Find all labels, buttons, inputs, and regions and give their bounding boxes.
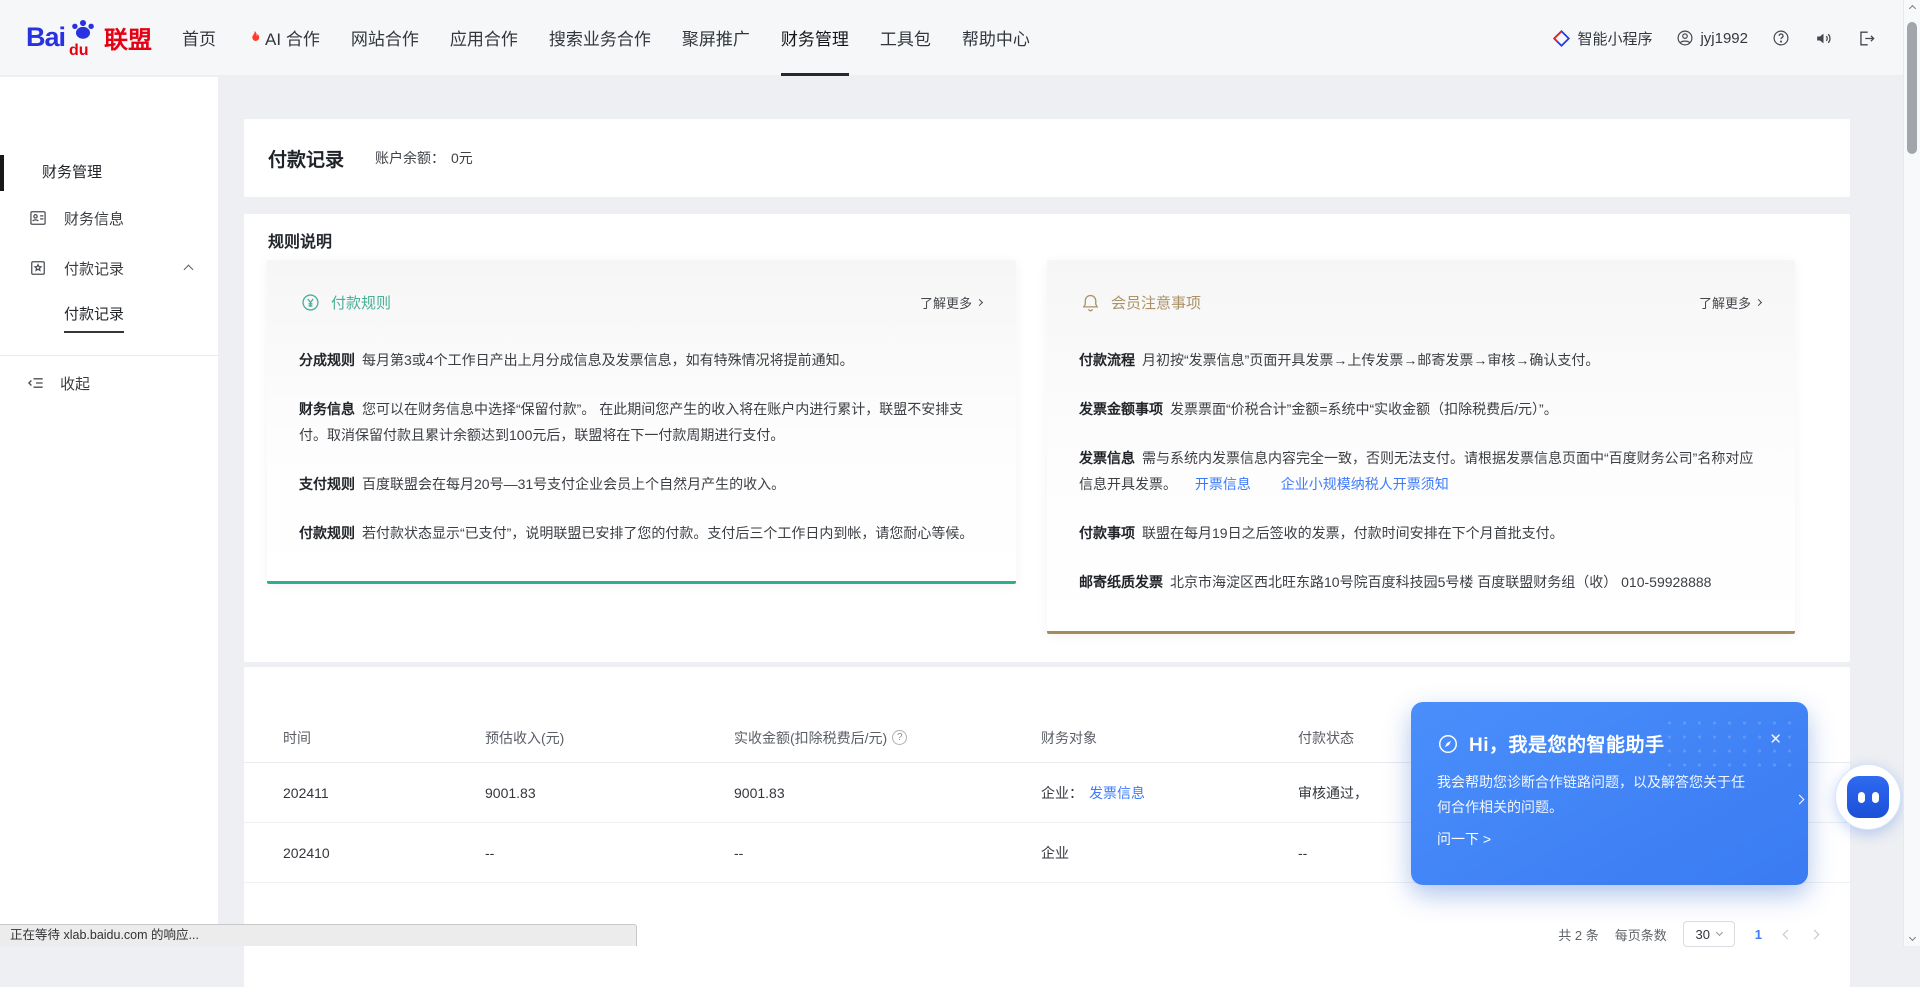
rule-item: 发票信息需与系统内发票信息内容完全一致，否则无法支付。请根据发票信息页面中“百度… [1079, 445, 1763, 497]
assistant-expand-handle[interactable] [1796, 790, 1803, 808]
nav-item-toolkit[interactable]: 工具包 [880, 0, 931, 76]
sidebar-subitem-payment-records[interactable]: 付款记录 [0, 293, 218, 343]
rule-item: 支付规则百度联盟会在每月20号—31号支付企业会员上个自然月产生的收入。 [299, 471, 984, 497]
nav-item-website[interactable]: 网站合作 [351, 0, 419, 76]
robot-icon [1847, 776, 1889, 818]
page-scrollbar[interactable] [1903, 0, 1920, 946]
close-icon[interactable]: ✕ [1769, 732, 1782, 747]
scroll-up-arrow[interactable] [1904, 0, 1920, 17]
help-icon[interactable] [1772, 29, 1790, 47]
logout-icon[interactable] [1857, 29, 1876, 48]
member-notes-title: 会员注意事项 [1111, 292, 1201, 313]
cell-time: 202411 [244, 785, 485, 801]
prev-page-button[interactable] [1782, 931, 1793, 938]
collapse-icon [26, 373, 46, 393]
cell-estimated: -- [485, 845, 734, 861]
finance-info-icon [28, 208, 48, 228]
nav-item-app[interactable]: 应用合作 [450, 0, 518, 76]
small-taxpayer-guide-link[interactable]: 企业小规模纳税人开票须知 [1281, 476, 1449, 492]
cell-target: 企业 [1041, 843, 1298, 863]
page-header-card: 付款记录 账户余额：0元 [244, 119, 1850, 197]
logo-text-union: 联盟 [104, 20, 152, 55]
flame-icon [247, 29, 262, 46]
assistant-float-button[interactable] [1835, 764, 1901, 830]
page-title: 付款记录 [268, 145, 344, 172]
cell-actual: 9001.83 [734, 785, 1041, 801]
cell-estimated: 9001.83 [485, 785, 734, 801]
chevron-up-icon[interactable] [185, 260, 192, 277]
rule-item: 付款流程月初按“发票信息”页面开具发票→上传发票→邮寄发票→审核→确认支付。 [1079, 347, 1763, 373]
col-time: 时间 [244, 728, 485, 748]
bell-icon [1080, 292, 1101, 313]
rule-item: 发票金额事项发票票面“价税合计”金额=系统中“实收金额（扣除税费后/元）”。 [1079, 396, 1763, 422]
invoice-info-link[interactable]: 开票信息 [1195, 476, 1251, 492]
rule-item: 分成规则每月第3或4个工作日产出上月分成信息及发票信息，如有特殊情况将提前通知。 [299, 347, 984, 373]
compass-icon [1437, 733, 1459, 755]
sound-icon[interactable] [1814, 29, 1833, 48]
per-page-label: 每页条数 [1615, 925, 1667, 944]
nav-item-help[interactable]: 帮助中心 [962, 0, 1030, 76]
nav-item-screen-ads[interactable]: 聚屏推广 [682, 0, 750, 76]
assistant-message: 我会帮助您诊断合作链路问题，以及解答您关于任何合作相关的问题。 [1411, 770, 1784, 820]
scroll-down-arrow[interactable] [1904, 929, 1920, 946]
payment-rules-panel: 付款规则 了解更多 分成规则每月第3或4个工作日产出上月分成信息及发票信息，如有… [267, 260, 1016, 584]
rule-item: 付款事项联盟在每月19日之后签收的发票，付款时间安排在下个月首批支付。 [1079, 520, 1763, 546]
col-estimated: 预估收入(元) [485, 728, 734, 748]
assistant-title: Hi，我是您的智能助手 [1469, 730, 1665, 757]
logo-text-du: du [69, 42, 89, 60]
col-actual: 实收金额(扣除税费后/元) ? [734, 728, 1041, 748]
per-page-select[interactable]: 30 [1683, 921, 1735, 947]
rules-heading: 规则说明 [268, 228, 332, 252]
nav-item-home[interactable]: 首页 [182, 0, 216, 76]
paw-icon: du [66, 16, 100, 60]
nav-item-finance[interactable]: 财务管理 [781, 0, 849, 76]
sidebar-section-finance[interactable]: 财务管理 [0, 153, 218, 193]
top-navbar: Bai du 联盟 首页 AI 合作 网站合作 应用合作 搜索业务合作 聚屏推广… [0, 0, 1920, 76]
chevron-down-icon [1716, 929, 1723, 936]
info-icon[interactable]: ? [892, 730, 907, 745]
balance-value: 0元 [451, 150, 473, 166]
navbar-right: 智能小程序 jyj1992 [1552, 0, 1876, 76]
sidebar-item-payment-records[interactable]: 付款记录 [0, 243, 218, 293]
payment-records-icon [28, 258, 48, 278]
money-circle-icon [300, 292, 321, 313]
sidebar-collapse-button[interactable]: 收起 [0, 356, 218, 410]
logo-text-bai: Bai [26, 22, 65, 53]
pagination: 共 2 条 每页条数 30 1 [1558, 921, 1820, 947]
rules-card: 规则说明 付款规则 了解更多 分成规则每月第3或4个工作日产出上月分成信息及发票… [244, 214, 1850, 662]
cell-time: 202410 [244, 845, 485, 861]
assistant-popup: Hi，我是您的智能助手 ✕ 我会帮助您诊断合作链路问题，以及解答您关于任何合作相… [1411, 702, 1808, 885]
scrollbar-thumb[interactable] [1907, 22, 1917, 154]
total-count: 共 2 条 [1558, 925, 1598, 944]
nav-item-search-biz[interactable]: 搜索业务合作 [549, 0, 651, 76]
account-balance: 账户余额：0元 [375, 148, 473, 168]
invoice-info-table-link[interactable]: 发票信息 [1089, 785, 1145, 801]
sidebar: 财务管理 财务信息 付款记录 付款记录 收起 [0, 77, 218, 946]
user-account[interactable]: jyj1992 [1676, 29, 1748, 47]
next-page-button[interactable] [1809, 931, 1820, 938]
sidebar-item-finance-info[interactable]: 财务信息 [0, 193, 218, 243]
member-notes-panel: 会员注意事项 了解更多 付款流程月初按“发票信息”页面开具发票→上传发票→邮寄发… [1047, 260, 1795, 634]
browser-status-bar: 正在等待 xlab.baidu.com 的响应... [0, 924, 637, 946]
rule-item: 财务信息您可以在财务信息中选择“保留付款”。 在此期间您产生的收入将在账户内进行… [299, 396, 984, 448]
mini-program-icon [1552, 29, 1571, 48]
col-target: 财务对象 [1041, 728, 1298, 748]
payment-rules-more-link[interactable]: 了解更多 [920, 293, 982, 312]
cell-actual: -- [734, 845, 1041, 861]
page-number[interactable]: 1 [1751, 927, 1766, 942]
cell-target: 企业：发票信息 [1041, 783, 1298, 803]
user-icon [1676, 29, 1694, 47]
rule-item: 邮寄纸质发票北京市海淀区西北旺东路10号院百度科技园5号楼 百度联盟财务组（收）… [1079, 569, 1763, 595]
baidu-union-logo[interactable]: Bai du 联盟 [26, 16, 152, 60]
mini-program-entry[interactable]: 智能小程序 [1552, 28, 1652, 49]
nav-item-ai[interactable]: AI 合作 [247, 0, 320, 76]
assistant-ask-link[interactable]: 问一下 > [1411, 829, 1808, 849]
payment-rules-title: 付款规则 [331, 292, 391, 313]
rule-item: 付款规则若付款状态显示“已支付”，说明联盟已安排了您的付款。支付后三个工作日内到… [299, 520, 984, 546]
member-notes-more-link[interactable]: 了解更多 [1699, 293, 1761, 312]
main-nav: 首页 AI 合作 网站合作 应用合作 搜索业务合作 聚屏推广 财务管理 工具包 … [182, 0, 1030, 76]
